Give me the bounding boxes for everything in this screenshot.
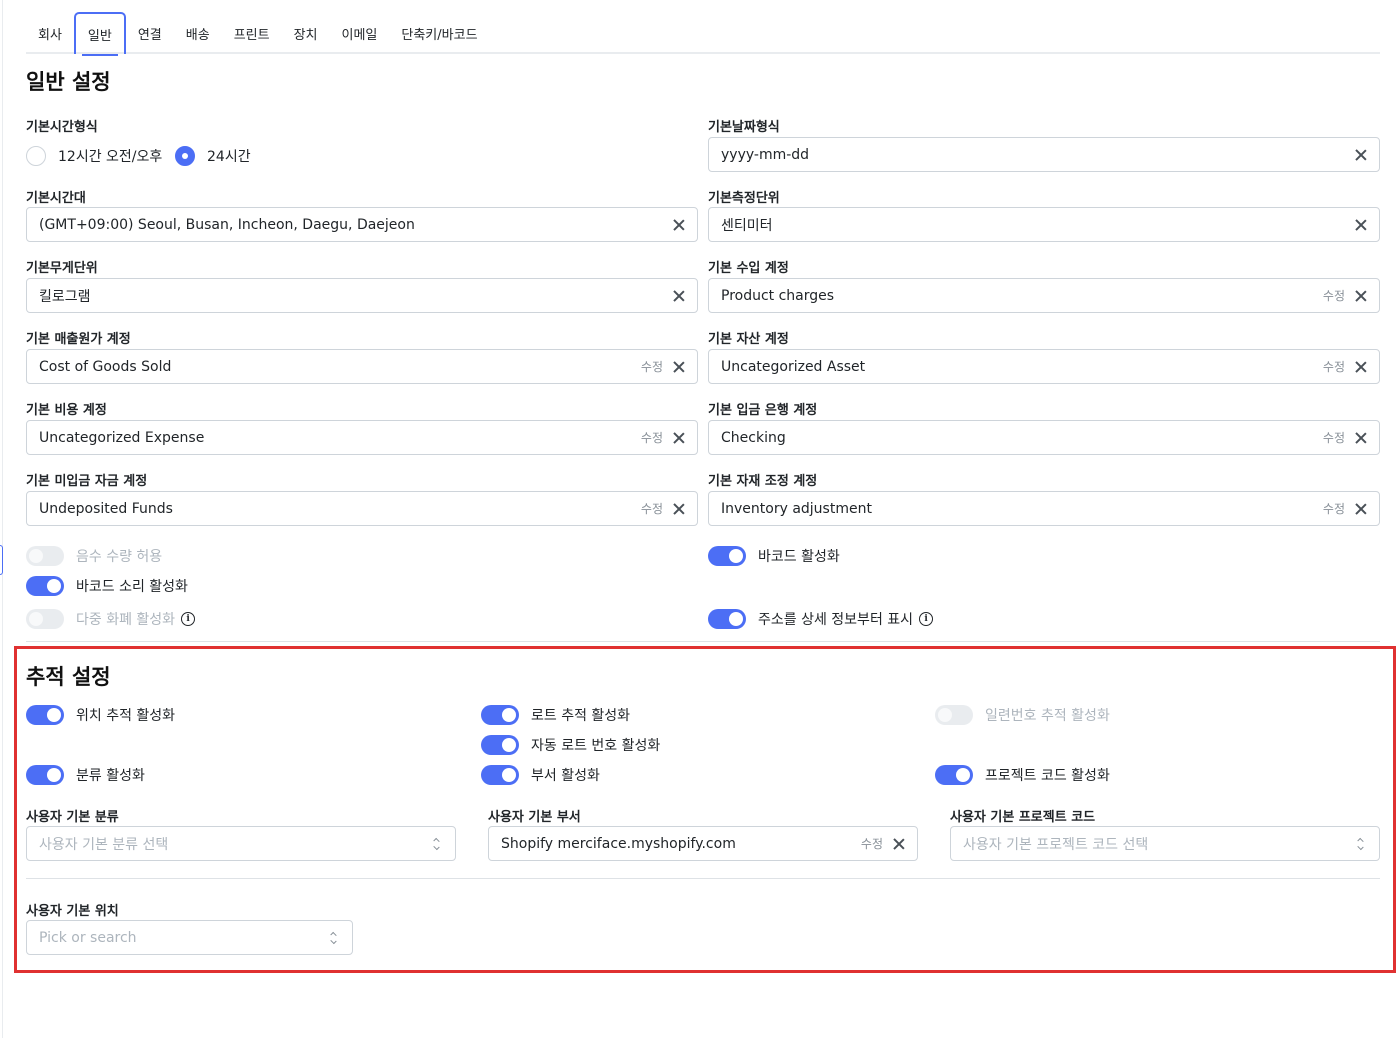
tab-devices[interactable]: 장치 xyxy=(282,12,330,54)
radio-12h[interactable]: 12시간 오전/오후 xyxy=(26,146,162,166)
deposit-account-label: 기본 입금 은행 계정 xyxy=(708,403,818,418)
tab-company[interactable]: 회사 xyxy=(26,12,74,54)
deposit-account-value: Checking xyxy=(721,429,786,446)
clear-icon[interactable] xyxy=(673,503,685,515)
radio-12h-circle[interactable] xyxy=(26,146,46,166)
sidebar-handle[interactable] xyxy=(0,545,3,575)
length-unit-label: 기본측정단위 xyxy=(708,191,780,206)
tab-connection[interactable]: 연결 xyxy=(126,12,174,54)
settings-tabs: 회사 일반 연결 배송 프린트 장치 이메일 단축키/바코드 xyxy=(26,12,1380,56)
switch-track[interactable] xyxy=(26,576,64,596)
toggle-label: 바코드 활성화 xyxy=(758,549,840,565)
edit-link[interactable]: 수정 xyxy=(1323,500,1345,517)
asset-account-value: Uncategorized Asset xyxy=(721,358,866,375)
time-format-label: 기본시간형식 xyxy=(26,120,98,135)
undeposited-account-label: 기본 미입금 자금 계정 xyxy=(26,474,148,489)
toggle-label: 주소를 상세 정보부터 표시 xyxy=(758,612,914,628)
undeposited-account-field[interactable]: Undeposited Funds 수정 xyxy=(26,491,698,526)
switch-track[interactable] xyxy=(708,609,746,629)
edit-link[interactable]: 수정 xyxy=(1323,358,1345,375)
edit-link[interactable]: 수정 xyxy=(641,429,663,446)
radio-24h[interactable]: 24시간 xyxy=(175,146,251,166)
tab-print[interactable]: 프린트 xyxy=(222,12,282,54)
income-account-field[interactable]: Product charges 수정 xyxy=(708,278,1380,313)
expense-account-field[interactable]: Uncategorized Expense 수정 xyxy=(26,420,698,455)
clear-icon[interactable] xyxy=(1355,432,1367,444)
radio-24h-circle[interactable] xyxy=(175,146,195,166)
radio-24h-label: 24시간 xyxy=(207,149,251,165)
timezone-label: 기본시간대 xyxy=(26,191,86,206)
toggle-barcode[interactable]: 바코드 활성화 xyxy=(708,546,840,566)
weight-unit-label: 기본무게단위 xyxy=(26,261,98,276)
info-icon[interactable]: i xyxy=(181,612,196,626)
general-settings-title: 일반 설정 xyxy=(26,70,111,94)
adjustment-account-field[interactable]: Inventory adjustment 수정 xyxy=(708,491,1380,526)
edit-link[interactable]: 수정 xyxy=(1323,429,1345,446)
adjustment-account-label: 기본 자재 조정 계정 xyxy=(708,474,818,489)
weight-unit-value: 킬로그램 xyxy=(39,288,91,305)
expense-account-value: Uncategorized Expense xyxy=(39,429,205,446)
tab-shortcuts-barcode[interactable]: 단축키/바코드 xyxy=(389,12,489,54)
switch-track[interactable] xyxy=(26,609,64,629)
deposit-account-field[interactable]: Checking 수정 xyxy=(708,420,1380,455)
asset-account-label: 기본 자산 계정 xyxy=(708,332,789,347)
section-divider xyxy=(26,641,1380,642)
clear-icon[interactable] xyxy=(1355,361,1367,373)
edit-link[interactable]: 수정 xyxy=(641,358,663,375)
edit-link[interactable]: 수정 xyxy=(1323,287,1345,304)
radio-12h-label: 12시간 오전/오후 xyxy=(58,149,163,165)
clear-icon[interactable] xyxy=(1355,290,1367,302)
cogs-account-label: 기본 매출원가 계정 xyxy=(26,332,131,347)
info-icon[interactable]: i xyxy=(919,612,934,626)
length-unit-value: 센티미터 xyxy=(721,217,773,234)
toggle-multi-currency[interactable]: 다중 화폐 활성화 i xyxy=(26,609,196,629)
switch-track[interactable] xyxy=(708,546,746,566)
tab-shipping[interactable]: 배송 xyxy=(174,12,222,54)
toggle-address-detail[interactable]: 주소를 상세 정보부터 표시 i xyxy=(708,609,934,629)
timezone-value: (GMT+09:00) Seoul, Busan, Incheon, Daegu… xyxy=(39,216,415,233)
asset-account-field[interactable]: Uncategorized Asset 수정 xyxy=(708,349,1380,384)
left-border xyxy=(2,0,3,1038)
date-format-value: yyyy-mm-dd xyxy=(721,146,810,163)
tab-general[interactable]: 일반 xyxy=(73,12,126,56)
switch-track[interactable] xyxy=(26,546,64,566)
clear-icon[interactable] xyxy=(673,219,685,231)
clear-icon[interactable] xyxy=(673,432,685,444)
expense-account-label: 기본 비용 계정 xyxy=(26,403,107,418)
income-account-value: Product charges xyxy=(721,287,835,304)
clear-icon[interactable] xyxy=(1355,219,1367,231)
length-unit-field[interactable]: 센티미터 xyxy=(708,207,1380,242)
highlight-box xyxy=(14,646,1396,973)
cogs-account-value: Cost of Goods Sold xyxy=(39,358,172,375)
timezone-field[interactable]: (GMT+09:00) Seoul, Busan, Incheon, Daegu… xyxy=(26,207,698,242)
cogs-account-field[interactable]: Cost of Goods Sold 수정 xyxy=(26,349,698,384)
toggle-barcode-sound[interactable]: 바코드 소리 활성화 xyxy=(26,576,188,596)
clear-icon[interactable] xyxy=(1355,149,1367,161)
income-account-label: 기본 수입 계정 xyxy=(708,261,789,276)
clear-icon[interactable] xyxy=(673,290,685,302)
weight-unit-field[interactable]: 킬로그램 xyxy=(26,278,698,313)
toggle-negative-quantity[interactable]: 음수 수량 허용 xyxy=(26,546,162,566)
clear-icon[interactable] xyxy=(1355,503,1367,515)
date-format-label: 기본날짜형식 xyxy=(708,120,780,135)
edit-link[interactable]: 수정 xyxy=(641,500,663,517)
tab-email[interactable]: 이메일 xyxy=(330,12,390,54)
toggle-label: 다중 화폐 활성화 xyxy=(76,612,176,628)
toggle-label: 바코드 소리 활성화 xyxy=(76,579,188,595)
undeposited-account-value: Undeposited Funds xyxy=(39,500,173,517)
adjustment-account-value: Inventory adjustment xyxy=(721,500,872,517)
toggle-label: 음수 수량 허용 xyxy=(76,549,163,565)
clear-icon[interactable] xyxy=(673,361,685,373)
date-format-field[interactable]: yyyy-mm-dd xyxy=(708,137,1380,172)
